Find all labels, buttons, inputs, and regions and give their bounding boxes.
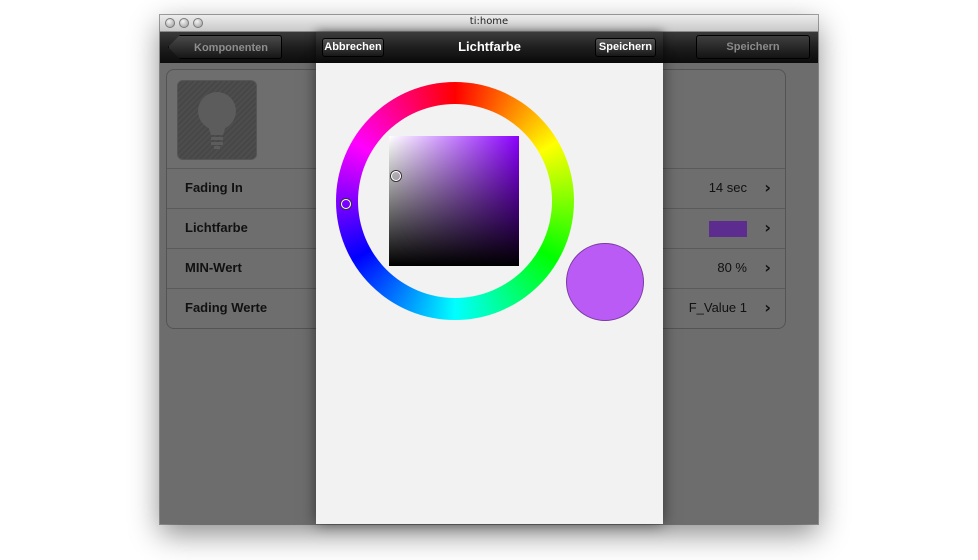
color-picker-panel — [316, 63, 663, 524]
row-label: Fading Werte — [185, 300, 268, 315]
chevron-right-icon: › — [764, 258, 771, 277]
window-titlebar: ti:home — [160, 15, 818, 32]
saturation-handle[interactable] — [391, 171, 401, 181]
lightbulb-icon — [198, 92, 236, 149]
row-value: F_Value 1 — [688, 300, 747, 315]
modal-save-button[interactable]: Speichern — [595, 38, 656, 57]
row-label: Fading In — [185, 180, 243, 195]
row-value: 14 sec — [708, 180, 747, 195]
chevron-right-icon: › — [764, 178, 771, 197]
chevron-right-icon: › — [764, 218, 771, 237]
color-picker-header: Abbrechen Lichtfarbe Speichern — [316, 32, 663, 63]
row-label: Lichtfarbe — [185, 220, 248, 235]
chevron-right-icon: › — [764, 298, 771, 317]
back-button-komponenten[interactable]: Komponenten — [168, 35, 282, 59]
window-title: ti:home — [469, 16, 509, 27]
row-value: 80 % — [717, 260, 747, 275]
color-swatch — [709, 221, 747, 237]
saturation-value-square[interactable] — [389, 136, 519, 266]
save-button[interactable]: Speichern — [696, 35, 810, 59]
color-preview-circle — [566, 243, 644, 321]
row-label: MIN-Wert — [185, 260, 242, 275]
component-thumbnail — [177, 80, 257, 160]
hue-handle[interactable] — [341, 199, 351, 209]
